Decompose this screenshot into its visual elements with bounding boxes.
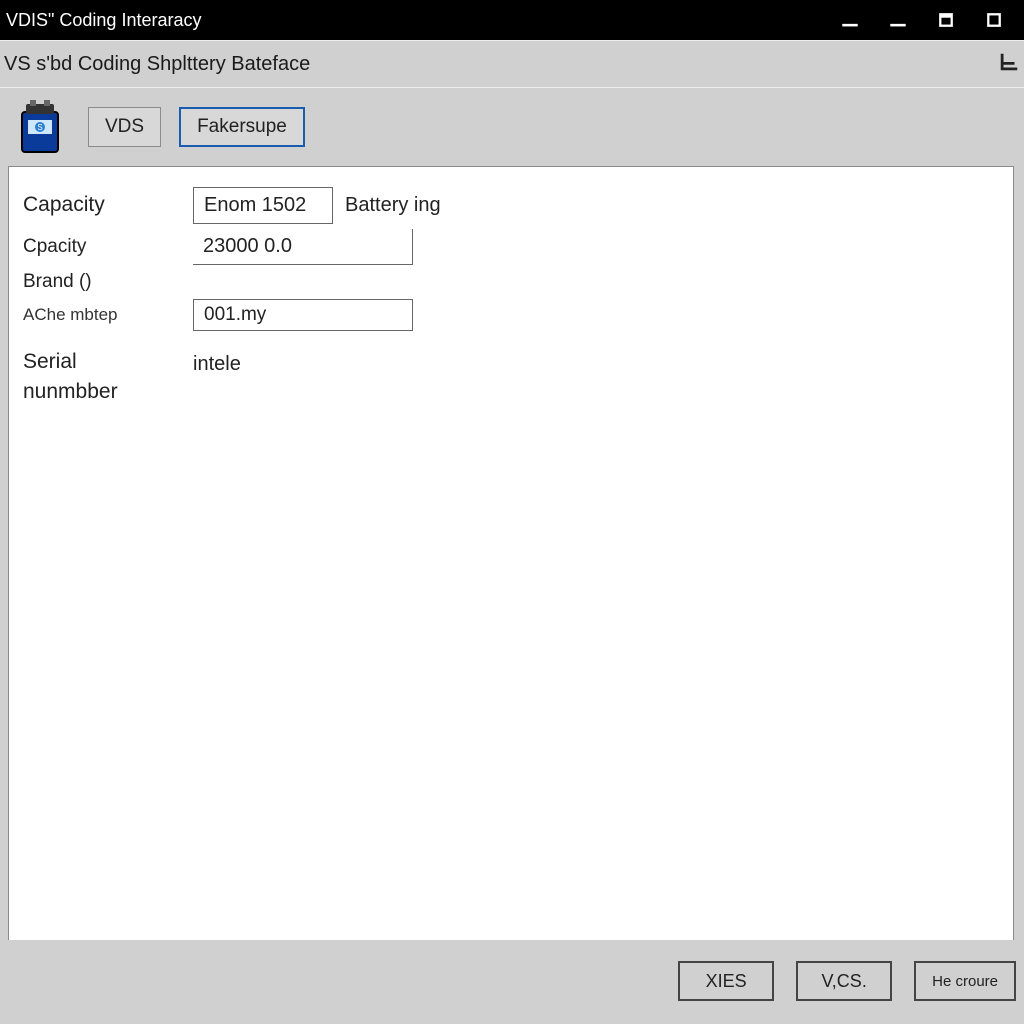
minimize2-button[interactable] — [884, 9, 912, 31]
label-brand: Brand () — [23, 267, 193, 297]
vds-button[interactable]: VDS — [88, 107, 161, 147]
label-step: AChe mbtep — [23, 301, 193, 329]
row-capacity: Capacity Enom 1502 Battery ing — [23, 185, 999, 225]
row-cpacity: Cpacity 23000 0.0 — [23, 227, 999, 267]
vcs-button[interactable]: V,CS. — [796, 961, 892, 1001]
row-serial: Serialnunmbber intele — [23, 347, 999, 408]
sub-titlebar: VS s'bd Coding Shplttery Bateface — [0, 40, 1024, 88]
window-titlebar: VDIS" Coding Interaracy — [0, 0, 1024, 40]
battery-device-icon: S — [12, 98, 70, 156]
svg-text:S: S — [37, 123, 42, 132]
label-capacity: Capacity — [23, 189, 193, 221]
window-controls — [836, 9, 1018, 31]
xies-button[interactable]: XIES — [678, 961, 774, 1001]
footer-bar: XIES V,CS. He croure — [0, 940, 1024, 1022]
minimize-button[interactable] — [836, 9, 864, 31]
sub-title: VS s'bd Coding Shplttery Bateface — [4, 53, 998, 76]
menu-icon[interactable] — [998, 51, 1020, 78]
field-step[interactable]: 001.my — [193, 299, 413, 331]
label-cpacity: Cpacity — [23, 232, 193, 262]
row-step: AChe mbtep 001.my — [23, 297, 999, 333]
field-cpacity[interactable]: 23000 0.0 — [193, 229, 413, 265]
maximize-button[interactable] — [980, 9, 1008, 31]
label-serial: Serialnunmbber — [23, 347, 193, 408]
form-area: Capacity Enom 1502 Battery ing Cpacity 2… — [9, 167, 1013, 426]
he-croure-button[interactable]: He croure — [914, 961, 1016, 1001]
toolbar: S VDS Fakersupe — [0, 88, 1024, 166]
value-serial: intele — [183, 347, 251, 408]
field-capacity[interactable]: Enom 1502 — [193, 187, 333, 224]
restore-button[interactable] — [932, 9, 960, 31]
content-panel: Capacity Enom 1502 Battery ing Cpacity 2… — [8, 166, 1014, 940]
suffix-battery: Battery ing — [345, 194, 441, 217]
fakersupe-button[interactable]: Fakersupe — [179, 107, 305, 147]
row-brand: Brand () — [23, 267, 999, 297]
window-title: VDIS" Coding Interaracy — [6, 10, 836, 31]
